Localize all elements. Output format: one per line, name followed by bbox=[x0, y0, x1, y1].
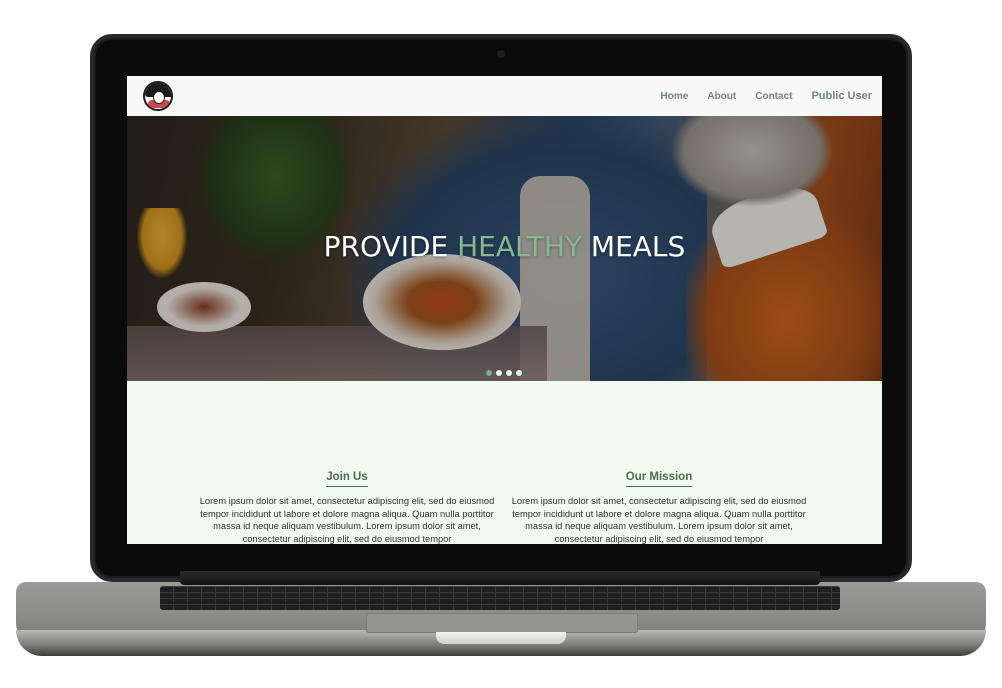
laptop-hinge bbox=[180, 571, 820, 585]
nav-link-about[interactable]: About bbox=[707, 91, 736, 102]
section-heading: Join Us bbox=[326, 471, 368, 487]
laptop-trackpad bbox=[366, 613, 638, 633]
nav-link-contact[interactable]: Contact bbox=[755, 91, 792, 102]
hero-title-accent: HEALTHY bbox=[457, 230, 583, 263]
website-screen: Home About Contact Public User PROVIDE H… bbox=[127, 76, 882, 544]
laptop-opening-notch bbox=[436, 632, 566, 644]
site-logo-icon[interactable] bbox=[143, 81, 173, 111]
hero-carousel: PROVIDE HEALTHY MEALS bbox=[127, 116, 882, 381]
our-mission-column: Our Mission Lorem ipsum dolor sit amet, … bbox=[509, 465, 809, 544]
section-body: Lorem ipsum dolor sit amet, consectetur … bbox=[511, 496, 807, 544]
section-heading: Our Mission bbox=[625, 471, 693, 487]
carousel-dot-4[interactable] bbox=[516, 370, 522, 376]
carousel-indicators bbox=[486, 370, 522, 376]
webcam-icon bbox=[497, 50, 505, 58]
join-us-column: Join Us Lorem ipsum dolor sit amet, cons… bbox=[197, 465, 497, 544]
nav-links: Home About Contact Public User bbox=[661, 90, 872, 102]
carousel-dot-3[interactable] bbox=[506, 370, 512, 376]
top-navbar: Home About Contact Public User bbox=[127, 76, 882, 116]
info-section: Join Us Lorem ipsum dolor sit amet, cons… bbox=[127, 381, 882, 544]
hero-title: PROVIDE HEALTHY MEALS bbox=[323, 230, 686, 263]
section-body: Lorem ipsum dolor sit amet, consectetur … bbox=[199, 496, 495, 544]
nav-link-home[interactable]: Home bbox=[661, 91, 689, 102]
carousel-dot-1[interactable] bbox=[486, 370, 492, 376]
carousel-dot-2[interactable] bbox=[496, 370, 502, 376]
laptop-keyboard bbox=[160, 586, 840, 610]
user-menu[interactable]: Public User bbox=[811, 90, 872, 102]
